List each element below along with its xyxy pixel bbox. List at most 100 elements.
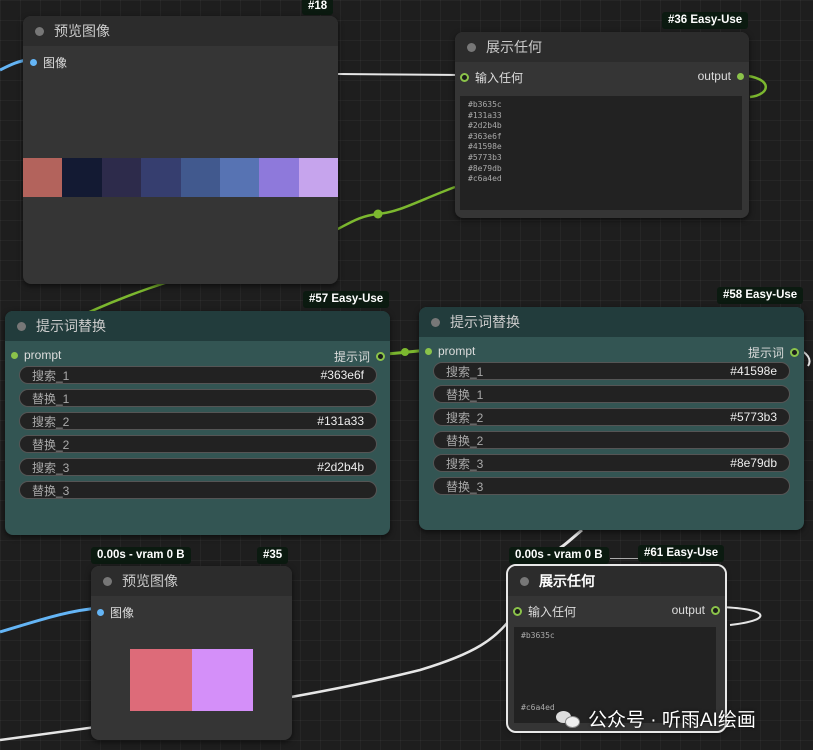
slot-label: 图像 [110,606,135,620]
color-swatch [259,158,299,197]
node-id-badge: #36 Easy-Use [662,12,749,29]
prompt-replace-node-57[interactable]: 提示词替换 prompt 提示词 搜索_1 #363e6f 替换_1 搜索_2 #1… [5,311,390,535]
execution-time-badge: 0.00s - vram 0 B [509,547,609,564]
widget-label: 替换_2 [32,437,70,452]
search-1-input[interactable]: 搜索_1 #41598e [433,362,790,380]
widget-label: 替换_3 [32,483,70,498]
preview-image-node-18[interactable]: 预览图像 图像 [23,16,338,284]
output-slot[interactable]: output [672,603,720,617]
color-swatch [219,158,260,197]
text-line: #8e79db [468,163,502,173]
text-line: #b3635c [521,631,555,640]
slot-dot-icon[interactable] [425,347,432,355]
input-slot-prompt[interactable]: prompt [425,344,475,358]
wire-mid-dot [401,348,409,356]
widget-label: 替换_3 [446,479,484,494]
widget-value: #363e6f [320,368,364,382]
watermark-text: 公众号 · 听雨AI绘画 [588,710,756,731]
slot-dot-icon[interactable] [11,351,18,359]
slot-dot-icon[interactable] [790,348,799,357]
slot-dot-icon[interactable] [737,72,744,80]
replace-3-input[interactable]: 替换_3 [433,477,790,495]
search-1-input[interactable]: 搜索_1 #363e6f [19,366,377,384]
output-slot-prompt[interactable]: 提示词 [748,344,799,361]
collapse-dot-icon[interactable] [17,321,26,331]
text-line: #41598e [468,142,502,152]
widget-label: 替换_1 [32,391,70,406]
color-swatch [62,158,102,197]
color-swatch [23,158,63,197]
widget-label: 搜索_1 [32,368,70,383]
node-id-badge: #18 [302,0,334,15]
search-3-input[interactable]: 搜索_3 #8e79db [433,454,790,472]
widget-label: 搜索_3 [32,460,70,475]
slot-label: prompt [438,344,476,358]
slot-dot-icon[interactable] [513,607,522,616]
color-preview-image [130,649,253,711]
prompt-replace-node-58[interactable]: 提示词替换 prompt 提示词 搜索_1 #41598e 替换_1 搜索_2 #5… [419,307,804,530]
collapse-dot-icon[interactable] [467,42,476,52]
slot-dot-icon[interactable] [376,352,385,361]
node-title: 预览图像 [54,23,110,39]
node-title-bar[interactable]: 预览图像 [23,16,338,46]
replace-1-input[interactable]: 替换_1 [19,389,377,407]
collapse-dot-icon[interactable] [520,576,529,586]
palette-preview-image [23,158,338,197]
wechat-icon [556,709,580,729]
slot-dot-icon[interactable] [460,73,469,82]
slot-label: 输入任何 [528,605,577,619]
widget-label: 搜索_1 [446,364,484,379]
node-title-bar[interactable]: 提示词替换 [5,311,390,341]
text-line: #2d2b4b [468,121,502,131]
replace-1-input[interactable]: 替换_1 [433,385,790,403]
replace-2-input[interactable]: 替换_2 [433,431,790,449]
input-slot-image[interactable]: 图像 [30,54,67,71]
execution-time-badge: 0.00s - vram 0 B [91,547,191,564]
wire-image-to-n35 [0,606,101,634]
input-slot-any[interactable]: 输入任何 [513,603,576,620]
text-line: #c6a4ed [468,174,502,184]
node-id-badge: #61 Easy-Use [638,545,725,562]
node-title-bar[interactable]: 展示任何 [455,32,749,62]
slot-label: 输入任何 [475,71,524,85]
widget-label: 搜索_2 [32,414,70,429]
widget-value: #2d2b4b [317,460,364,474]
widget-value: #41598e [730,364,777,378]
preview-image-node-35[interactable]: 预览图像 图像 [91,566,292,740]
input-slot-any[interactable]: 输入任何 [460,69,523,86]
widget-label: 搜索_2 [446,410,484,425]
widget-label: 搜索_3 [446,456,484,471]
input-slot-prompt[interactable]: prompt [11,348,61,362]
output-slot-prompt[interactable]: 提示词 [334,348,385,365]
input-slot-image[interactable]: 图像 [97,604,134,621]
wire-reroute-dot [373,209,383,219]
slot-dot-icon[interactable] [30,59,37,66]
node-title-bar[interactable]: 展示任何 [508,566,725,596]
wire-n58-down [559,528,583,550]
widget-value: #131a33 [317,414,364,428]
collapse-dot-icon[interactable] [103,576,112,586]
color-swatch [130,649,192,711]
watermark: 公众号 · 听雨AI绘画 [556,705,756,732]
replace-3-input[interactable]: 替换_3 [19,481,377,499]
collapse-dot-icon[interactable] [431,317,440,327]
search-2-input[interactable]: 搜索_2 #5773b3 [433,408,790,426]
title-rule [610,558,638,559]
widget-label: 替换_1 [446,387,484,402]
text-display-area[interactable]: #b3635c #131a33 #2d2b4b #363e6f #41598e … [460,96,742,210]
collapse-dot-icon[interactable] [35,26,44,36]
slot-label: 提示词 [333,350,370,364]
show-any-node-36[interactable]: 展示任何 输入任何 output #b3635c #131a33 #2d2b4b… [455,32,749,218]
slot-label: prompt [24,348,62,362]
slot-dot-icon[interactable] [97,609,104,616]
node-title-bar[interactable]: 提示词替换 [419,307,804,337]
search-2-input[interactable]: 搜索_2 #131a33 [19,412,377,430]
color-swatch [101,158,142,197]
slot-dot-icon[interactable] [711,605,720,615]
replace-2-input[interactable]: 替换_2 [19,435,377,453]
color-swatch [141,158,181,197]
search-3-input[interactable]: 搜索_3 #2d2b4b [19,458,377,476]
output-slot[interactable]: output [698,69,744,83]
node-title-bar[interactable]: 预览图像 [91,566,292,596]
node-title: 展示任何 [539,573,595,589]
